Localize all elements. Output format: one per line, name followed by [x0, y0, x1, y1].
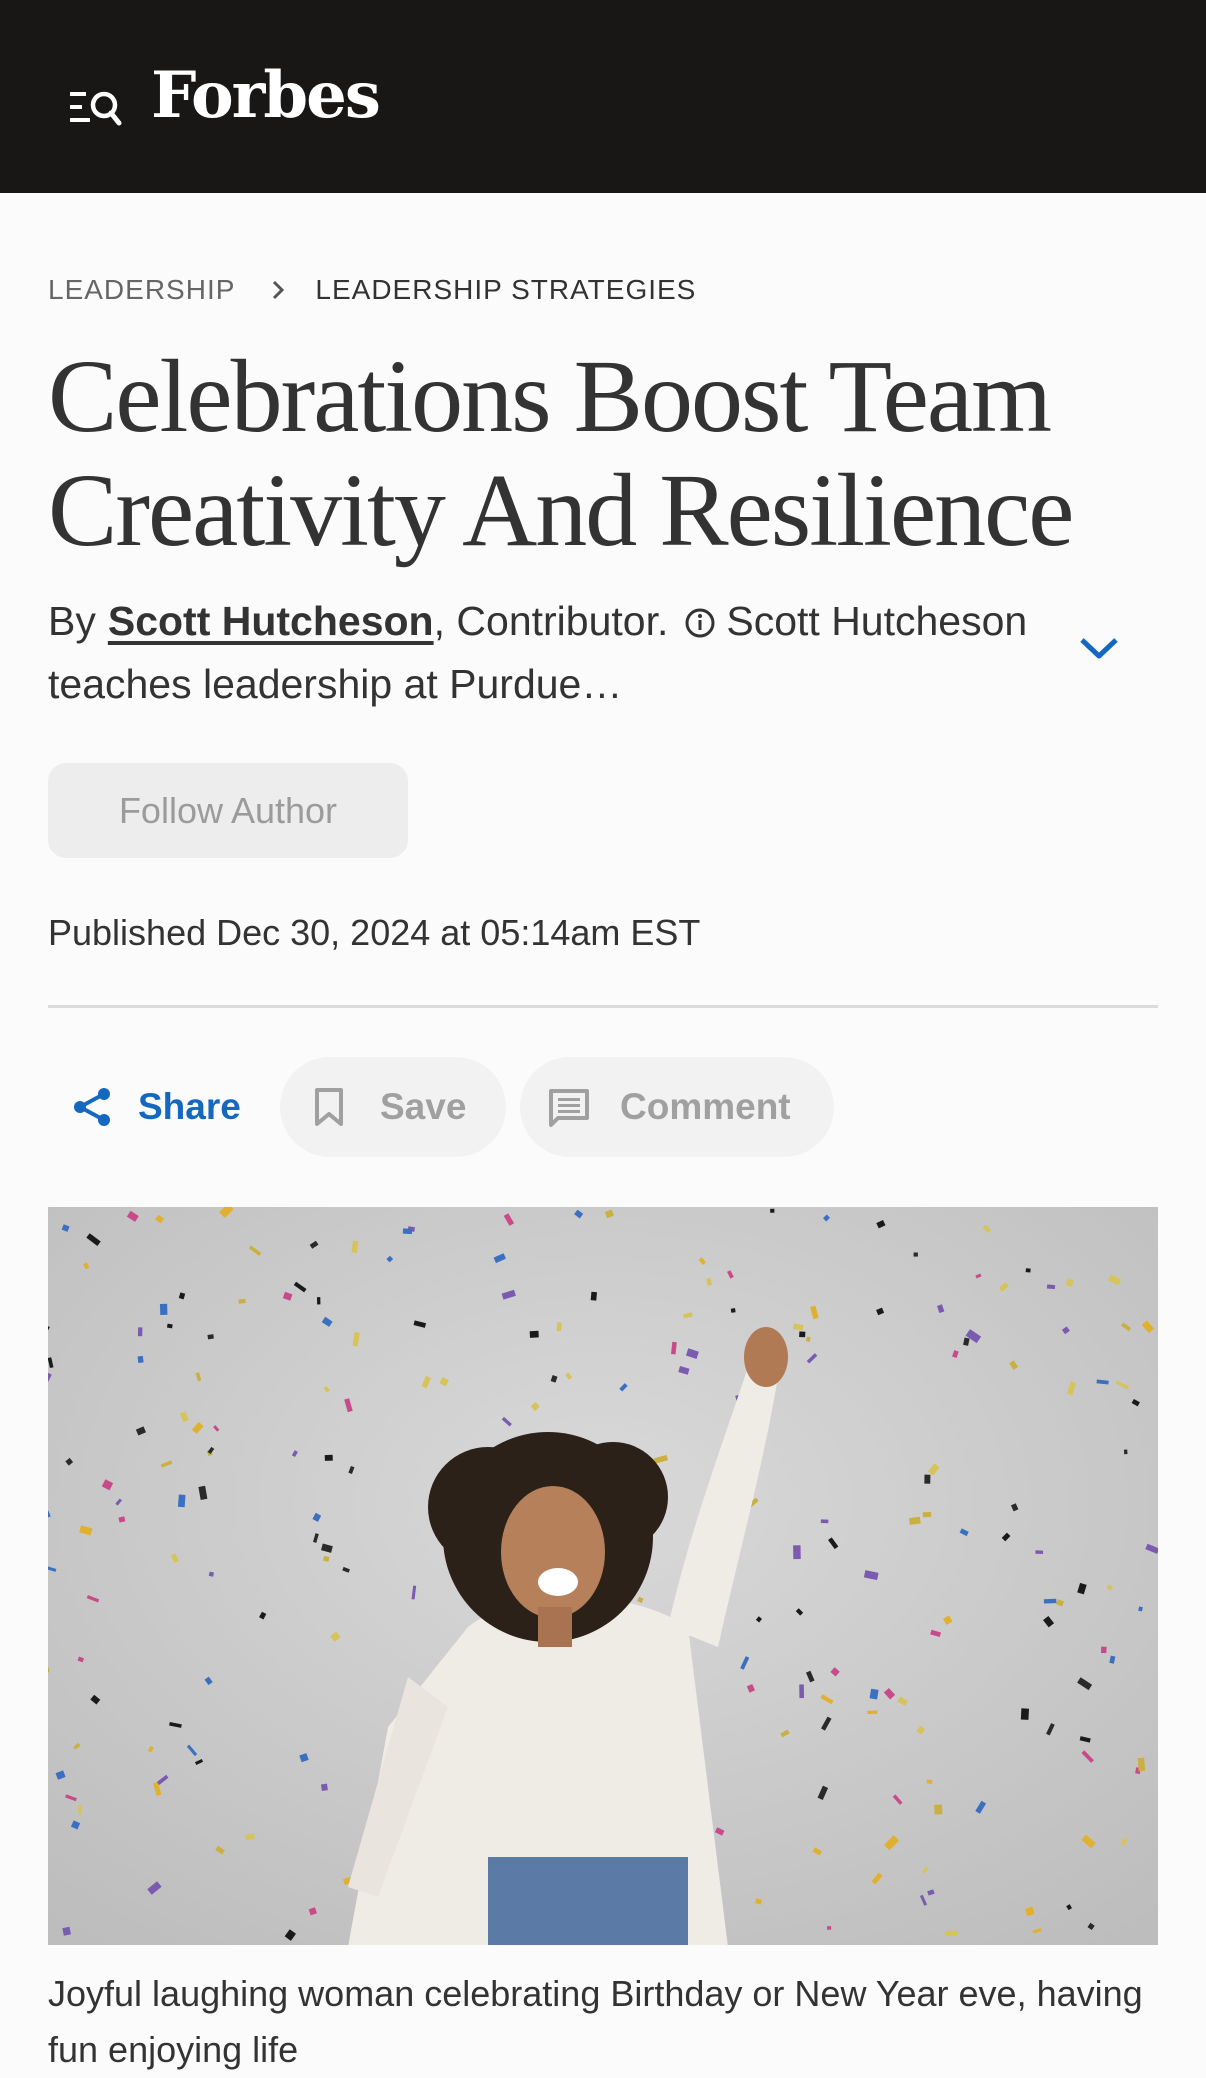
byline: By Scott Hutcheson, Contributor. Scott Hu…: [48, 590, 1048, 716]
confetti-piece: [913, 1252, 918, 1257]
article-title: Celebrations Boost Team Creativity And R…: [48, 339, 1074, 568]
info-icon[interactable]: [684, 607, 716, 639]
confetti-piece: [177, 1494, 186, 1508]
breadcrumb: LEADERSHIP LEADERSHIP STRATEGIES: [48, 272, 696, 308]
confetti-piece: [826, 1926, 832, 1930]
confetti-piece: [324, 1454, 333, 1461]
confetti-piece: [730, 1308, 736, 1313]
confetti-piece: [869, 1688, 879, 1700]
confetti-piece: [78, 1805, 83, 1815]
confetti-piece: [137, 1355, 144, 1364]
confetti-piece: [556, 1322, 562, 1332]
confetti-piece: [529, 1330, 539, 1338]
comment-button[interactable]: Comment: [520, 1057, 834, 1157]
article-hero-image[interactable]: [48, 1207, 1158, 1945]
author-role: Contributor.: [456, 598, 669, 644]
divider: [48, 1005, 1158, 1008]
confetti-piece: [799, 1331, 806, 1338]
confetti-piece: [1025, 1268, 1031, 1273]
save-label: Save: [380, 1086, 467, 1127]
confetti-piece: [799, 1684, 805, 1699]
confetti-piece: [62, 1926, 71, 1936]
confetti-piece: [238, 1298, 246, 1304]
share-button[interactable]: Share: [70, 1064, 241, 1150]
confetti-piece: [1100, 1646, 1107, 1654]
share-label: Share: [138, 1086, 241, 1127]
byline-prefix: By: [48, 598, 96, 644]
confetti-piece: [402, 1228, 413, 1235]
confetti-piece: [922, 1512, 932, 1518]
confetti-piece: [934, 1804, 943, 1815]
comment-icon: [549, 1089, 589, 1127]
confetti-piece: [926, 1779, 933, 1785]
bookmark-icon: [315, 1088, 343, 1126]
confetti-piece: [590, 1291, 597, 1301]
comment-label: Comment: [620, 1086, 791, 1127]
top-navigation-bar: Forbes: [0, 0, 1206, 193]
confetti-piece: [867, 1710, 878, 1715]
confetti-piece: [159, 1303, 168, 1315]
share-icon: [74, 1088, 110, 1126]
confetti-piece: [1137, 1757, 1146, 1772]
chevron-right-icon: [273, 280, 285, 300]
confetti-piece: [945, 1930, 958, 1937]
breadcrumb-leadership-strategies[interactable]: LEADERSHIP STRATEGIES: [315, 274, 696, 306]
confetti-piece: [924, 1474, 931, 1484]
confetti-piece: [1123, 1449, 1128, 1455]
confetti-piece: [320, 1783, 328, 1791]
breadcrumb-leadership[interactable]: LEADERSHIP: [48, 274, 235, 306]
author-link[interactable]: Scott Hutcheson: [108, 598, 434, 644]
chevron-down-icon[interactable]: [1078, 634, 1120, 662]
confetti-piece: [1046, 1284, 1056, 1290]
follow-author-button[interactable]: Follow Author: [48, 763, 408, 858]
published-date: Published Dec 30, 2024 at 05:14am EST: [48, 912, 701, 953]
save-button[interactable]: Save: [280, 1057, 506, 1157]
confetti-piece: [323, 1555, 330, 1562]
confetti-piece: [137, 1327, 143, 1337]
confetti-piece: [908, 1516, 921, 1525]
confetti-piece: [820, 1519, 829, 1524]
confetti-piece: [207, 1334, 214, 1340]
celebration-photo: [48, 1207, 1158, 1945]
confetti-piece: [793, 1545, 801, 1560]
confetti-piece: [1043, 1598, 1057, 1604]
confetti-piece: [317, 1297, 321, 1305]
confetti-piece: [208, 1571, 215, 1577]
author-comma: ,: [433, 598, 446, 644]
menu-search-icon[interactable]: [70, 86, 122, 130]
image-caption: Joyful laughing woman celebrating Birthd…: [48, 1973, 1143, 2070]
confetti-piece: [1020, 1708, 1030, 1720]
confetti-piece: [1035, 1550, 1044, 1554]
forbes-logo[interactable]: Forbes: [151, 64, 381, 128]
confetti-piece: [770, 1208, 775, 1213]
